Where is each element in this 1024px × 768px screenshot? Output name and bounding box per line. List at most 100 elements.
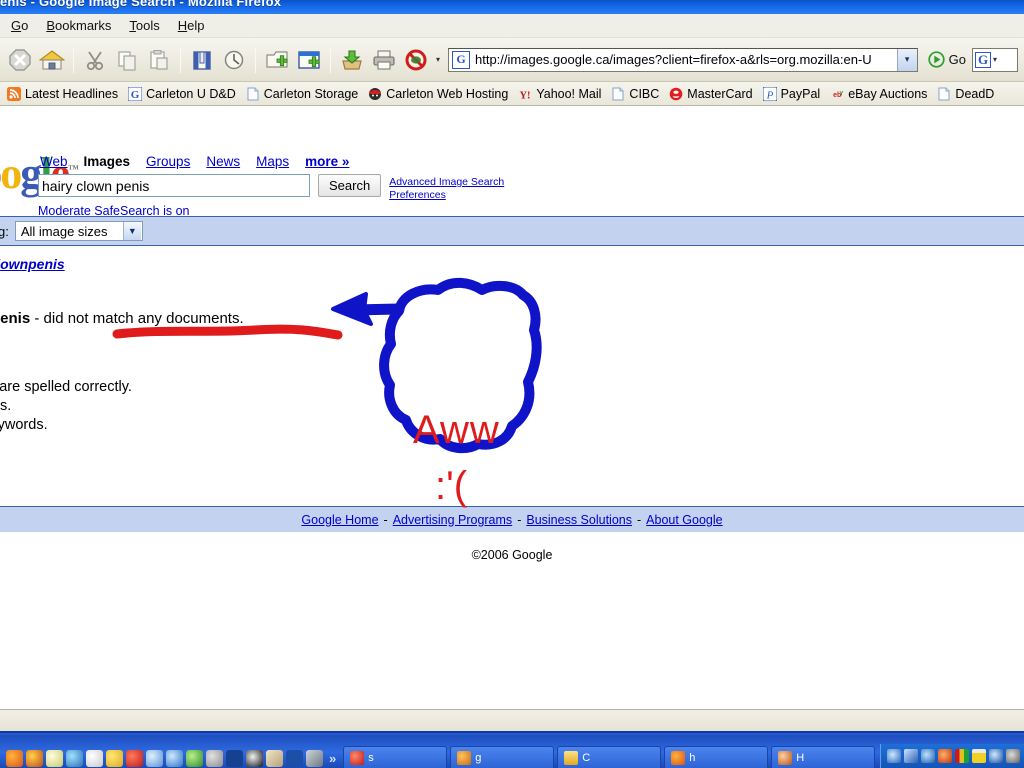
smiley-icon[interactable] [106,750,123,767]
google-search-row: Search Advanced Image Search Preferences [38,174,504,201]
navigation-toolbar: ▾ G ▾ Go G ▾ [0,38,1024,82]
print-icon[interactable] [368,44,400,76]
bookmark-carleton-web-hosting[interactable]: Carleton Web Hosting [363,86,513,102]
frown-annotation-text: :'( [435,464,468,508]
url-history-dropdown-icon[interactable]: ▾ [896,48,917,71]
task-button[interactable]: C [557,746,662,768]
no-results-text: - did not match any documents. [30,310,244,327]
sync-icon[interactable] [989,748,1003,763]
advertising-programs-link[interactable]: Advertising Programs [393,513,513,527]
calendar-icon[interactable] [972,748,986,763]
bookmark-carleton-storage[interactable]: Carleton Storage [241,86,364,102]
tab-groups[interactable]: Groups [146,154,190,169]
menu-item-go[interactable]: Go [2,16,37,35]
no-results-message: ry clown penis - did not match any docum… [0,310,244,327]
go-button[interactable]: Go [922,51,972,68]
media-icon[interactable] [46,750,63,767]
globe-icon[interactable] [166,750,183,767]
page-icon [937,87,951,101]
equalizer-icon[interactable] [955,748,969,763]
search-input[interactable] [38,174,310,197]
acrobat-icon[interactable] [126,750,143,767]
updates-icon[interactable] [938,748,952,763]
bookmark-cibc[interactable]: CIBC [606,86,664,102]
search-button[interactable]: Search [318,174,382,197]
url-input[interactable] [473,51,897,68]
window-title: enis - Google Image Search - Mozilla Fir… [0,0,282,9]
image-size-select[interactable]: All image sizes ▼ [14,221,143,241]
new-tab-icon[interactable] [261,44,293,76]
menu-item-bookmarks[interactable]: Bookmarks [37,16,120,35]
task-button[interactable]: h [664,746,769,768]
search-engine-dropdown-icon[interactable]: ▾ [993,55,997,64]
tab-images[interactable]: Images [84,154,131,169]
no-results-query: ry clown penis [0,310,31,327]
ball-icon[interactable] [86,750,103,767]
bookmark-carleton-u-dnd[interactable]: G Carleton U D&D [123,86,241,102]
task-button[interactable]: g [450,746,555,768]
bookmark-label: CIBC [629,86,660,101]
google-home-link[interactable]: Google Home [301,513,378,527]
bookmark-label: eBay Auctions [848,86,928,101]
svg-text:Y: Y [840,90,845,97]
system-tray [880,744,1024,768]
new-window-icon[interactable] [293,44,325,76]
bookmarks-icon[interactable] [186,44,218,76]
adblock-icon[interactable] [400,44,432,76]
firefox-icon[interactable] [6,750,23,767]
menu-item-tools[interactable]: Tools [120,16,168,35]
bookmark-latest-headlines[interactable]: Latest Headlines [2,86,123,102]
home-icon[interactable] [36,44,68,76]
disc-icon[interactable] [246,750,263,767]
bookmark-label: DeadD [955,86,995,101]
menu-bar: Go Bookmarks Tools Help [0,14,1024,38]
adblock-dropdown-icon[interactable]: ▾ [432,55,444,64]
svg-text:G: G [131,89,140,101]
bookmark-ebay-auctions[interactable]: eb Y eBay Auctions [825,86,932,102]
chat-icon[interactable] [286,750,303,767]
tab-more[interactable]: more » [305,154,349,169]
go-arrow-icon [928,51,945,68]
url-bar[interactable]: G ▾ [448,47,918,72]
search-tips-list: all words are spelled correctly. t keywo… [0,378,132,454]
network-icon[interactable] [887,748,901,763]
antivirus-icon[interactable] [904,748,918,763]
search-engine-box[interactable]: G ▾ [972,47,1018,72]
tab-web[interactable]: Web [40,154,68,169]
browser-icon[interactable] [26,750,43,767]
bookmark-label: Yahoo! Mail [536,86,602,101]
bookmark-mastercard[interactable]: MasterCard [664,86,757,102]
quick-launch-overflow-icon[interactable]: » [329,751,336,766]
list-item: eneral keywords. [0,417,48,433]
list-item: t keywords. [0,398,12,414]
system-icon[interactable] [1006,748,1020,763]
task-button[interactable]: s [343,746,448,768]
grey-app-icon[interactable] [206,750,223,767]
messenger-icon[interactable] [66,750,83,767]
preferences-link[interactable]: Preferences [389,189,504,201]
document-icon[interactable] [146,750,163,767]
task-button[interactable]: H [771,746,876,768]
chevron-down-icon[interactable]: ▼ [122,222,141,240]
image-size-filter-bar: g: All image sizes ▼ [0,216,1024,246]
tab-maps[interactable]: Maps [256,154,289,169]
business-solutions-link[interactable]: Business Solutions [526,513,632,527]
bookmark-yahoo-mail[interactable]: Y! Yahoo! Mail [513,86,606,102]
paint-icon[interactable] [266,750,283,767]
task-icon [671,750,686,765]
bookmark-deadd[interactable]: DeadD [932,86,999,102]
photo-icon[interactable] [306,750,323,767]
volume-icon[interactable] [921,748,935,763]
menu-item-help[interactable]: Help [169,16,214,35]
task-button-list: s g C h H ^ [343,746,880,768]
emulator-icon[interactable] [226,750,243,767]
downloads-icon[interactable] [336,44,368,76]
bookmark-paypal[interactable]: P PayPal [758,86,826,102]
about-google-link[interactable]: About Google [646,513,722,527]
cut-icon[interactable] [79,44,111,76]
advanced-image-search-link[interactable]: Advanced Image Search [389,176,504,188]
green-app-icon[interactable] [186,750,203,767]
history-icon[interactable] [218,44,250,76]
did-you-mean-suggestion-link[interactable]: clownpenis [0,256,65,272]
tab-news[interactable]: News [206,154,240,169]
